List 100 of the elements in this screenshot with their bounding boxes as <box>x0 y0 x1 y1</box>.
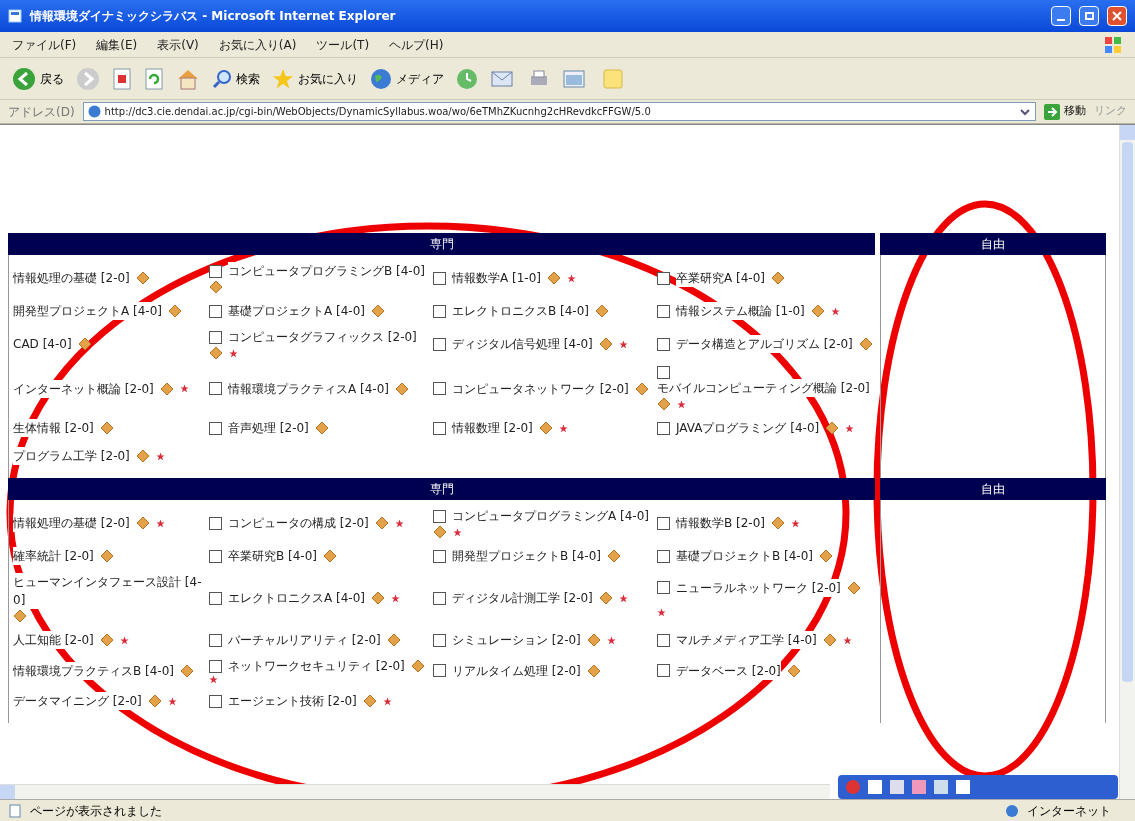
diamond-icon <box>371 304 385 318</box>
course-name: 人工知能 [2-0] <box>13 631 94 649</box>
menu-item[interactable]: 表示(V) <box>157 35 199 54</box>
course-name: データマイニング [2-0] <box>13 692 142 710</box>
menu-item[interactable]: ヘルプ(H) <box>389 35 444 54</box>
diamond-icon <box>99 421 114 435</box>
checkbox[interactable] <box>433 382 446 395</box>
checkbox[interactable] <box>209 382 222 395</box>
maximize-button[interactable] <box>1079 6 1099 26</box>
favorites-button[interactable]: お気に入り <box>272 67 358 90</box>
checkbox[interactable] <box>657 664 670 677</box>
status-text: ページが表示されました <box>30 802 163 820</box>
diamond-icon <box>595 304 609 318</box>
checkbox[interactable] <box>657 516 670 530</box>
menu-item[interactable]: ツール(T) <box>316 35 370 54</box>
diamond-icon <box>598 337 613 351</box>
checkbox[interactable] <box>657 633 670 647</box>
course-name: 基礎プロジェクトB [4-0] <box>676 547 813 565</box>
diamond-icon <box>822 633 837 647</box>
diamond-icon <box>386 633 401 647</box>
diamond-icon <box>538 421 553 435</box>
diamond-icon <box>371 591 385 605</box>
diamond-icon <box>362 694 377 708</box>
diamond-icon <box>858 337 873 351</box>
close-icon <box>1112 11 1122 21</box>
course-name: データベース [2-0] <box>676 661 781 680</box>
refresh-icon[interactable] <box>144 67 164 90</box>
diamond-icon <box>135 516 150 530</box>
menu-item[interactable]: 編集(E) <box>96 35 138 54</box>
checkbox[interactable] <box>209 330 222 344</box>
diamond-icon <box>99 633 114 647</box>
window-title: 情報環境ダイナミックシラバス - Microsoft Internet Explorer <box>30 8 397 25</box>
checkbox[interactable] <box>433 509 446 523</box>
course-name: 情報数学B [2-0] <box>676 514 765 532</box>
minimize-button[interactable] <box>1051 6 1071 26</box>
go-arrow-icon <box>1044 103 1060 120</box>
diamond-icon <box>77 337 92 351</box>
checkbox[interactable] <box>209 694 222 708</box>
checkbox[interactable] <box>433 421 446 435</box>
checkbox[interactable] <box>657 549 670 563</box>
vertical-scrollbar[interactable] <box>1119 125 1135 799</box>
checkbox[interactable] <box>433 664 446 677</box>
course-name: エレクトロニクスB [4-0] <box>452 302 589 320</box>
diamond-icon <box>810 304 825 318</box>
course-name: インターネット概論 [2-0] <box>13 379 154 398</box>
checkbox[interactable] <box>209 659 222 673</box>
course-name: コンピュータの構成 [2-0] <box>228 514 369 532</box>
go-button[interactable]: 移動 <box>1044 103 1086 120</box>
checkbox[interactable] <box>209 549 222 563</box>
diamond-icon <box>819 549 833 563</box>
stop-icon[interactable] <box>112 67 132 90</box>
diamond-icon <box>607 549 621 563</box>
checkbox[interactable] <box>433 591 446 605</box>
checkbox[interactable] <box>657 271 670 285</box>
diamond-icon <box>209 280 223 294</box>
checkbox[interactable] <box>657 581 670 595</box>
horizontal-scrollbar[interactable] <box>0 784 830 799</box>
diamond-icon <box>374 516 389 530</box>
checkbox[interactable] <box>433 271 446 285</box>
close-button[interactable] <box>1107 6 1127 26</box>
search-button[interactable]: 検索 <box>212 68 260 89</box>
menu-item[interactable]: お気に入り(A) <box>218 35 297 54</box>
course-name: 開発型プロジェクトB [4-0] <box>452 547 601 565</box>
checkbox[interactable] <box>433 549 446 563</box>
checkbox[interactable] <box>657 304 670 318</box>
menu-item[interactable]: ファイル(F) <box>12 35 77 54</box>
diamond-icon <box>209 346 223 360</box>
checkbox[interactable] <box>657 366 670 379</box>
course-name: 開発型プロジェクトA [4-0] <box>13 302 162 320</box>
course-name: データ構造とアルゴリズム [2-0] <box>676 335 853 353</box>
zone-text: インターネット <box>1027 802 1112 820</box>
diamond-icon <box>433 525 447 539</box>
section-title: 専門 <box>429 481 454 498</box>
checkbox[interactable] <box>209 304 222 318</box>
course-name: 情報環境プラクティスB [4-0] <box>13 661 174 680</box>
course-name: 情報システム概論 [1-0] <box>676 302 805 320</box>
course-name: エレクトロニクスA [4-0] <box>228 589 365 607</box>
diamond-icon <box>846 580 861 595</box>
address-field[interactable]: http://dc3.cie.dendai.ac.jp/cgi-bin/WebObjects/DynamicSyllabus.woa/wo/6eTMhZKucnhg2cHRevdkcFFGW/5.0 <box>82 102 1036 121</box>
course-name: バーチャルリアリティ [2-0] <box>228 631 381 649</box>
checkbox[interactable] <box>657 421 670 435</box>
browser-icon <box>8 9 22 23</box>
section-title: 自由 <box>981 236 1005 253</box>
diamond-icon <box>323 549 337 563</box>
course-name: 基礎プロジェクトA [4-0] <box>228 302 365 320</box>
checkbox[interactable] <box>657 337 670 351</box>
checkbox[interactable] <box>209 516 222 530</box>
back-button[interactable]: 戻る <box>12 66 64 91</box>
diamond-icon <box>547 271 561 285</box>
checkbox[interactable] <box>209 591 222 605</box>
windows-logo-icon <box>1103 34 1123 55</box>
address-label: アドレス(D) <box>8 103 75 121</box>
checkbox[interactable] <box>209 633 222 647</box>
checkbox[interactable] <box>433 304 446 318</box>
checkbox[interactable] <box>433 633 446 647</box>
course-name: コンピュータプログラミングA [4-0] <box>452 507 649 525</box>
checkbox[interactable] <box>433 337 446 351</box>
media-button[interactable]: メディア <box>370 67 444 90</box>
course-name: 音声処理 [2-0] <box>228 419 309 437</box>
checkbox[interactable] <box>209 421 222 435</box>
